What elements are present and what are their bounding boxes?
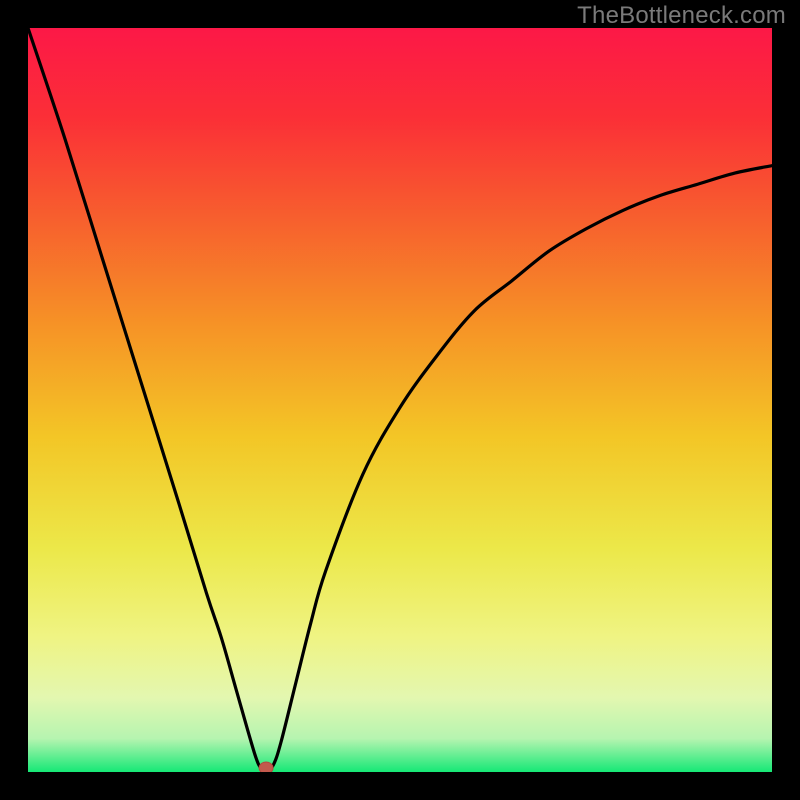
plot-area <box>28 28 772 772</box>
chart-frame: TheBottleneck.com <box>0 0 800 800</box>
chart-svg <box>28 28 772 772</box>
watermark-text: TheBottleneck.com <box>577 2 786 30</box>
gradient-background <box>28 28 772 772</box>
optimal-point-marker <box>259 762 273 772</box>
